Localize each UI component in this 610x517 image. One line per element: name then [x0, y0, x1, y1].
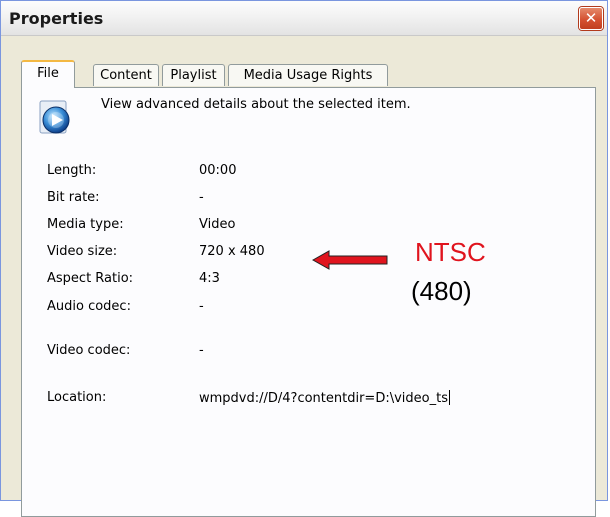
- media-type-value: Video: [199, 217, 236, 232]
- dialog-title: Properties: [9, 9, 104, 28]
- location-field[interactable]: wmpdvd://D/4?contentdir=D:\video_ts: [199, 390, 450, 406]
- location-label: Location:: [47, 390, 107, 405]
- tab-media-usage-rights-label: Media Usage Rights: [243, 68, 373, 83]
- tab-content[interactable]: Content: [93, 64, 159, 86]
- tab-playlist-label: Playlist: [170, 68, 217, 83]
- tab-file-label: File: [37, 66, 59, 81]
- annotation-480: (480): [411, 276, 472, 306]
- aspect-ratio-value: 4:3: [199, 271, 220, 286]
- windows-media-player-icon: [39, 100, 70, 134]
- tab-playlist[interactable]: Playlist: [162, 64, 225, 86]
- video-size-label: Video size:: [47, 244, 118, 259]
- audio-codec-value: -: [199, 299, 204, 314]
- annotation-ntsc: NTSC: [415, 237, 486, 267]
- media-type-label: Media type:: [47, 217, 124, 232]
- text-caret: [448, 390, 450, 405]
- bit-rate-value: -: [199, 190, 204, 205]
- bit-rate-label: Bit rate:: [47, 190, 100, 205]
- tab-content-label: Content: [100, 68, 152, 83]
- close-icon: ✕: [584, 9, 598, 27]
- intro-text: View advanced details about the selected…: [101, 97, 411, 112]
- close-button[interactable]: ✕: [579, 7, 603, 30]
- video-size-value: 720 x 480: [199, 244, 265, 259]
- title-bar[interactable]: Properties ✕: [1, 1, 607, 36]
- video-codec-label: Video codec:: [47, 343, 131, 358]
- properties-dialog: Properties ✕ File Content Playlist Media…: [0, 0, 608, 517]
- aspect-ratio-label: Aspect Ratio:: [47, 271, 134, 286]
- audio-codec-label: Audio codec:: [47, 299, 131, 314]
- length-value: 00:00: [199, 163, 237, 178]
- tab-file[interactable]: File: [21, 60, 75, 88]
- tab-media-usage-rights[interactable]: Media Usage Rights: [228, 64, 388, 86]
- location-value: wmpdvd://D/4?contentdir=D:\video_ts: [199, 391, 448, 406]
- annotation-arrow: [311, 250, 388, 270]
- video-codec-value: -: [199, 343, 204, 358]
- length-label: Length:: [47, 163, 97, 178]
